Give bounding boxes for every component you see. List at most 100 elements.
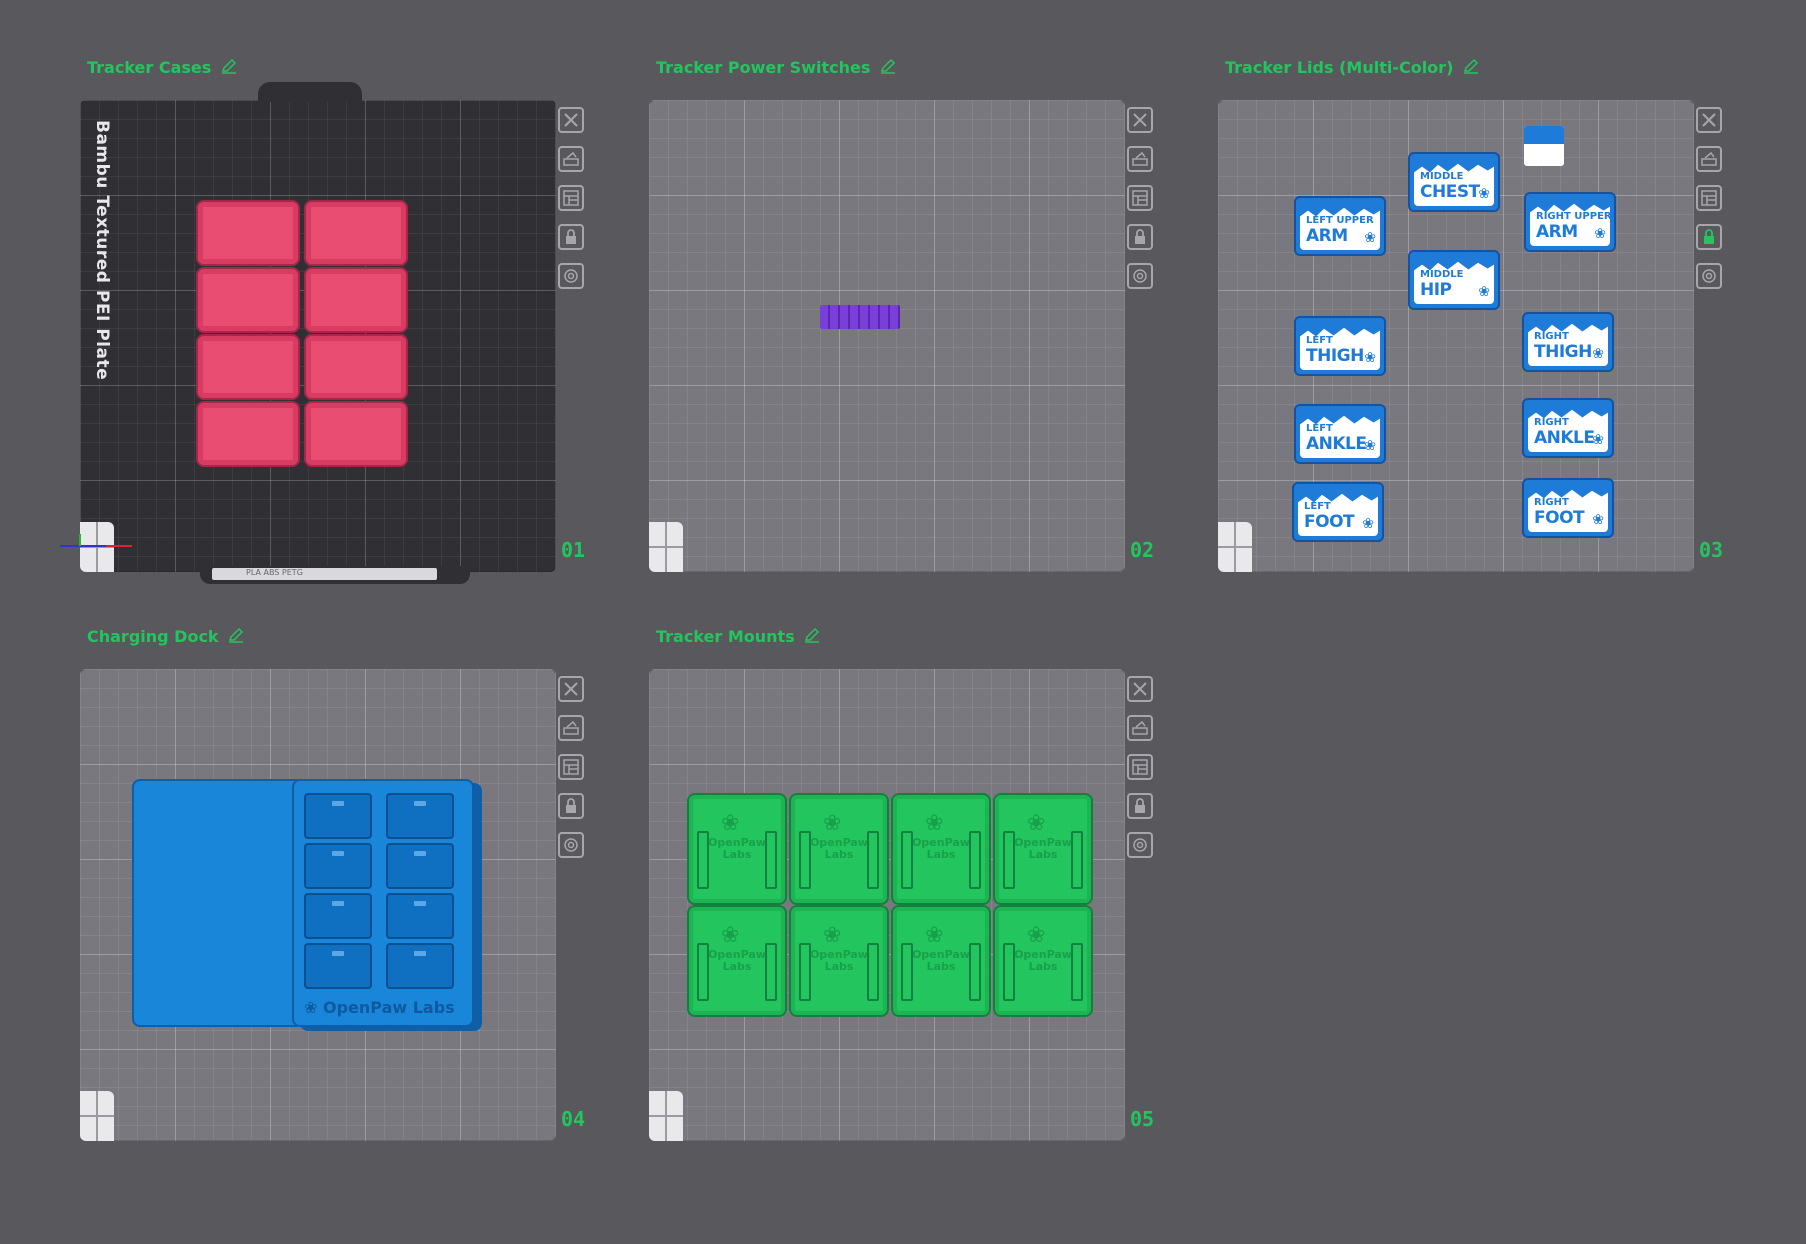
tracker-case[interactable] xyxy=(196,401,300,467)
settings-icon[interactable] xyxy=(1127,263,1153,289)
dock-holder-model[interactable]: ❀ OpenPaw Labs xyxy=(292,779,474,1027)
lid-right-foot[interactable]: RIGHT FOOT ❀ xyxy=(1522,478,1614,538)
lock-icon[interactable] xyxy=(558,793,584,819)
tracker-case[interactable] xyxy=(196,200,300,266)
lid-right-upper-arm[interactable]: RIGHT UPPER ARM ❀ xyxy=(1524,192,1616,252)
settings-icon[interactable] xyxy=(558,832,584,858)
plate-title[interactable]: Tracker Cases xyxy=(87,58,237,78)
power-switches-model[interactable] xyxy=(820,305,900,329)
edit-icon[interactable] xyxy=(1463,58,1479,78)
paw-icon: ❀ xyxy=(1364,438,1376,454)
edit-icon[interactable] xyxy=(804,627,820,647)
plate-03[interactable]: Tracker Lids (Multi-Color) MIDDLE CHEST … xyxy=(1216,58,1776,572)
lock-icon[interactable] xyxy=(558,224,584,250)
lock-icon[interactable] xyxy=(1696,224,1722,250)
tracker-mount[interactable]: ❀ OpenPaw Labs xyxy=(687,793,787,905)
lid-left-thigh[interactable]: LEFT THIGH ❀ xyxy=(1294,316,1386,376)
close-icon[interactable] xyxy=(1127,676,1153,702)
lid-line1: LEFT xyxy=(1306,423,1333,434)
arrange-icon[interactable] xyxy=(1127,754,1153,780)
tracker-mount[interactable]: ❀ OpenPaw Labs xyxy=(789,793,889,905)
tracker-mount[interactable]: ❀ OpenPaw Labs xyxy=(687,905,787,1017)
plate-title-text: Tracker Lids (Multi-Color) xyxy=(1225,58,1454,77)
plate-toolbar xyxy=(558,676,590,871)
auto-orient-icon[interactable] xyxy=(558,715,584,741)
tracker-case[interactable] xyxy=(304,401,408,467)
plate-title[interactable]: Tracker Mounts xyxy=(656,627,820,647)
plate-toolbar xyxy=(558,107,590,302)
mount-text-line2: Labs xyxy=(824,848,854,861)
tracker-case[interactable] xyxy=(304,200,408,266)
plate-title[interactable]: Tracker Lids (Multi-Color) xyxy=(1225,58,1479,78)
lid-right-ankle[interactable]: RIGHT ANKLE ❀ xyxy=(1522,398,1614,458)
plate-title[interactable]: Tracker Power Switches xyxy=(656,58,896,78)
lid-right-thigh[interactable]: RIGHT THIGH ❀ xyxy=(1522,312,1614,372)
close-icon[interactable] xyxy=(1696,107,1722,133)
tracker-mount[interactable]: ❀ OpenPaw Labs xyxy=(891,793,991,905)
plate-01[interactable]: Tracker Cases Bambu Textured PEI Plate P… xyxy=(60,58,638,584)
lid-left-upper-arm[interactable]: LEFT UPPER ARM ❀ xyxy=(1294,196,1386,256)
close-icon[interactable] xyxy=(558,676,584,702)
settings-icon[interactable] xyxy=(1696,263,1722,289)
plate-type-label: Bambu Textured PEI Plate xyxy=(92,120,112,381)
plate-number: 01 xyxy=(561,538,586,562)
lid-line2: THIGH xyxy=(1306,346,1364,366)
tracker-mount[interactable]: ❀ OpenPaw Labs xyxy=(993,905,1093,1017)
arrange-icon[interactable] xyxy=(1696,185,1722,211)
lock-icon[interactable] xyxy=(1127,224,1153,250)
paw-icon: ❀ xyxy=(823,811,842,836)
settings-icon[interactable] xyxy=(558,263,584,289)
dock-slot xyxy=(304,893,372,939)
dock-base-model[interactable] xyxy=(132,779,304,1027)
plate-tab xyxy=(258,82,362,102)
lid-line2: FOOT xyxy=(1534,508,1585,528)
paw-icon: ❀ xyxy=(823,923,842,948)
arrange-icon[interactable] xyxy=(558,754,584,780)
tracker-case[interactable] xyxy=(304,334,408,400)
paw-icon: ❀ xyxy=(304,998,323,1017)
paw-icon: ❀ xyxy=(1364,230,1376,246)
edit-icon[interactable] xyxy=(228,627,244,647)
lid-line1: MIDDLE xyxy=(1420,171,1464,182)
edit-icon[interactable] xyxy=(221,58,237,78)
lid-middle-chest[interactable]: MIDDLE CHEST ❀ xyxy=(1408,152,1500,212)
plate-number: 05 xyxy=(1130,1107,1155,1131)
auto-orient-icon[interactable] xyxy=(1127,146,1153,172)
tracker-mount[interactable]: ❀ OpenPaw Labs xyxy=(993,793,1093,905)
build-plate[interactable]: ❀ OpenPaw Labs xyxy=(80,669,556,1141)
lid-middle-hip[interactable]: MIDDLE HIP ❀ xyxy=(1408,250,1500,310)
plate-number: 03 xyxy=(1699,538,1724,562)
paw-icon: ❀ xyxy=(721,923,740,948)
build-plate[interactable]: ❀ OpenPaw Labs ❀ OpenPaw Labs ❀ OpenPaw Lab… xyxy=(649,669,1125,1141)
close-icon[interactable] xyxy=(558,107,584,133)
lock-icon[interactable] xyxy=(1127,793,1153,819)
tracker-case[interactable] xyxy=(196,334,300,400)
tracker-case[interactable] xyxy=(304,267,408,333)
edit-icon[interactable] xyxy=(880,58,896,78)
lid-line2: HIP xyxy=(1420,280,1452,300)
tracker-mount[interactable]: ❀ OpenPaw Labs xyxy=(891,905,991,1017)
settings-icon[interactable] xyxy=(1127,832,1153,858)
plate-toolbar xyxy=(1696,107,1728,302)
paw-icon: ❀ xyxy=(925,811,944,836)
close-icon[interactable] xyxy=(1127,107,1153,133)
plate-04[interactable]: Charging Dock ❀ OpenPaw Labs 04 xyxy=(78,627,638,1141)
plate-02[interactable]: Tracker Power Switches 02 xyxy=(647,58,1207,572)
build-plate[interactable] xyxy=(649,100,1125,572)
build-plate[interactable]: Bambu Textured PEI Plate PLA ABS PETG xyxy=(60,82,556,584)
lid-left-foot[interactable]: LEFT FOOT ❀ xyxy=(1292,482,1384,542)
build-plate[interactable]: MIDDLE CHEST ❀ LEFT UPPER ARM ❀ RIGHT UP… xyxy=(1218,100,1694,572)
arrange-icon[interactable] xyxy=(558,185,584,211)
plate-05[interactable]: Tracker Mounts ❀ OpenPaw Labs ❀ OpenPaw La… xyxy=(647,627,1207,1141)
lid-left-ankle[interactable]: LEFT ANKLE ❀ xyxy=(1294,404,1386,464)
auto-orient-icon[interactable] xyxy=(558,146,584,172)
tracker-mount[interactable]: ❀ OpenPaw Labs xyxy=(789,905,889,1017)
arrange-icon[interactable] xyxy=(1127,185,1153,211)
lid-line1: RIGHT xyxy=(1534,331,1569,342)
plate-title[interactable]: Charging Dock xyxy=(87,627,244,647)
axis-gizmo xyxy=(60,534,132,547)
bambu-logo xyxy=(80,1091,114,1141)
auto-orient-icon[interactable] xyxy=(1696,146,1722,172)
tracker-case[interactable] xyxy=(196,267,300,333)
auto-orient-icon[interactable] xyxy=(1127,715,1153,741)
